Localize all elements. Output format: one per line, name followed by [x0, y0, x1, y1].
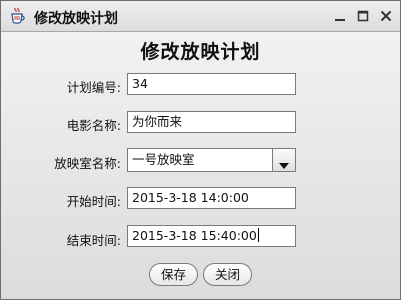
hall-name-label: 放映室名称:: [54, 156, 121, 171]
hall-name-value: 一号放映室: [132, 152, 195, 167]
hall-name-select[interactable]: 一号放映室: [127, 148, 296, 172]
save-button[interactable]: 保存: [149, 263, 198, 286]
plan-id-label: 计划编号:: [66, 80, 121, 95]
maximize-icon[interactable]: [354, 7, 372, 25]
form-heading: 修改放映计划: [140, 41, 261, 63]
title-bar: 修改放映计划: [1, 1, 400, 32]
close-button[interactable]: 关闭: [203, 263, 252, 286]
dialog-window: 修改放映计划 修改放映计划 计划编号: 34 电影名称: 为你而来 放映室名称:…: [0, 0, 401, 300]
chevron-down-icon: [276, 156, 292, 169]
text-cursor: [257, 228, 259, 242]
minimize-icon[interactable]: [331, 7, 349, 25]
end-time-field[interactable]: 2015-3-18 15:40:00: [127, 225, 296, 247]
close-icon[interactable]: [377, 7, 395, 25]
dropdown-button[interactable]: [272, 149, 295, 171]
start-time-label: 开始时间:: [66, 194, 121, 209]
end-time-value: 2015-3-18 15:40:00: [132, 228, 257, 243]
window-title: 修改放映计划: [34, 11, 118, 27]
movie-name-label: 电影名称:: [66, 118, 121, 133]
plan-id-field[interactable]: 34: [127, 73, 296, 95]
end-time-label: 结束时间:: [66, 233, 121, 248]
start-time-field[interactable]: 2015-3-18 14:0:00: [127, 187, 296, 209]
movie-name-field[interactable]: 为你而来: [127, 111, 296, 133]
java-coffee-cup-icon: [9, 7, 27, 25]
